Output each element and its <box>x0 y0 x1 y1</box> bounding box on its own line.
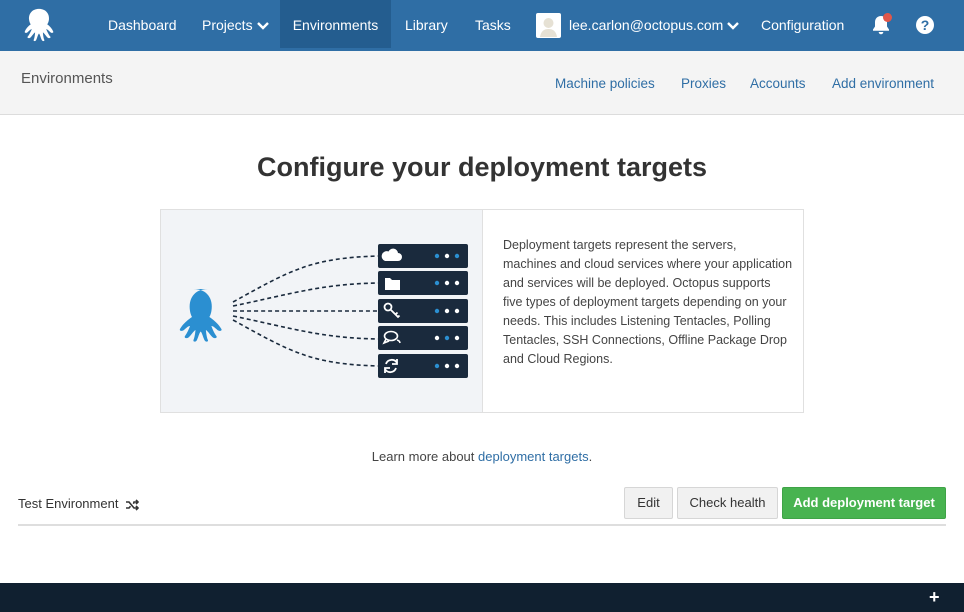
server-chat <box>378 326 468 350</box>
chevron-down-icon <box>256 22 269 30</box>
add-deployment-target-button[interactable]: Add deployment target <box>782 487 946 519</box>
octopus-mascot-icon <box>179 289 222 342</box>
learn-more-prefix: Learn more about <box>371 449 479 464</box>
nav-library[interactable]: Library <box>405 0 448 48</box>
page-header: Environments Machine policies Proxies Ac… <box>0 51 964 115</box>
onboarding-description: Deployment targets represent the servers… <box>503 238 793 366</box>
nav-projects[interactable]: Projects <box>202 0 269 48</box>
connection-lines <box>232 255 379 367</box>
server-refresh <box>378 354 468 378</box>
nav-tasks[interactable]: Tasks <box>475 0 511 48</box>
deployment-targets-link[interactable]: deployment targets <box>478 449 589 464</box>
nav-dashboard[interactable]: Dashboard <box>108 0 177 48</box>
server-key <box>378 299 468 323</box>
top-navigation-bar: Dashboard Projects Environments Library … <box>0 0 964 51</box>
edit-button[interactable]: Edit <box>624 487 673 519</box>
user-menu[interactable]: lee.carlon@octopus.com <box>569 0 740 48</box>
deployment-targets-illustration <box>161 210 483 412</box>
environment-name-label: Test Environment <box>18 496 119 511</box>
nav-environments-label: Environments <box>292 17 379 33</box>
server-folder <box>378 271 468 295</box>
learn-more-suffix: . <box>588 449 593 464</box>
environment-name[interactable]: Test Environment <box>18 496 140 511</box>
nav-configuration-label: Configuration <box>761 17 845 33</box>
nav-tasks-label: Tasks <box>475 17 511 33</box>
chevron-down-icon <box>727 22 740 30</box>
accounts-link[interactable]: Accounts <box>750 76 806 91</box>
shuffle-icon <box>126 498 140 511</box>
proxies-link[interactable]: Proxies <box>681 76 726 91</box>
user-email: lee.carlon@octopus.com <box>569 17 724 33</box>
deployment-targets-diagram <box>179 244 468 378</box>
add-environment-link[interactable]: Add environment <box>832 76 934 91</box>
nav-environments[interactable]: Environments <box>280 0 391 48</box>
nav-library-label: Library <box>405 17 448 33</box>
notification-badge <box>883 13 892 22</box>
onboarding-title: Configure your deployment targets <box>256 152 708 182</box>
check-health-button[interactable]: Check health <box>677 487 778 519</box>
server-cloud <box>378 244 468 268</box>
plus-icon[interactable]: + <box>929 588 940 606</box>
help-icon[interactable]: ? <box>916 16 934 34</box>
page-title: Environments <box>21 70 113 87</box>
onboarding-card: Deployment targets represent the servers… <box>160 209 804 413</box>
avatar-placeholder-icon <box>540 18 557 37</box>
learn-more-text: Learn more about deployment targets. <box>0 449 964 464</box>
octopus-logo-icon[interactable] <box>20 6 58 44</box>
footer-bar <box>0 583 964 612</box>
avatar[interactable] <box>536 13 561 38</box>
nav-projects-label: Projects <box>202 17 253 33</box>
machine-policies-link[interactable]: Machine policies <box>555 76 655 91</box>
nav-dashboard-label: Dashboard <box>108 17 177 33</box>
divider <box>18 524 946 526</box>
nav-configuration[interactable]: Configuration <box>761 0 844 48</box>
